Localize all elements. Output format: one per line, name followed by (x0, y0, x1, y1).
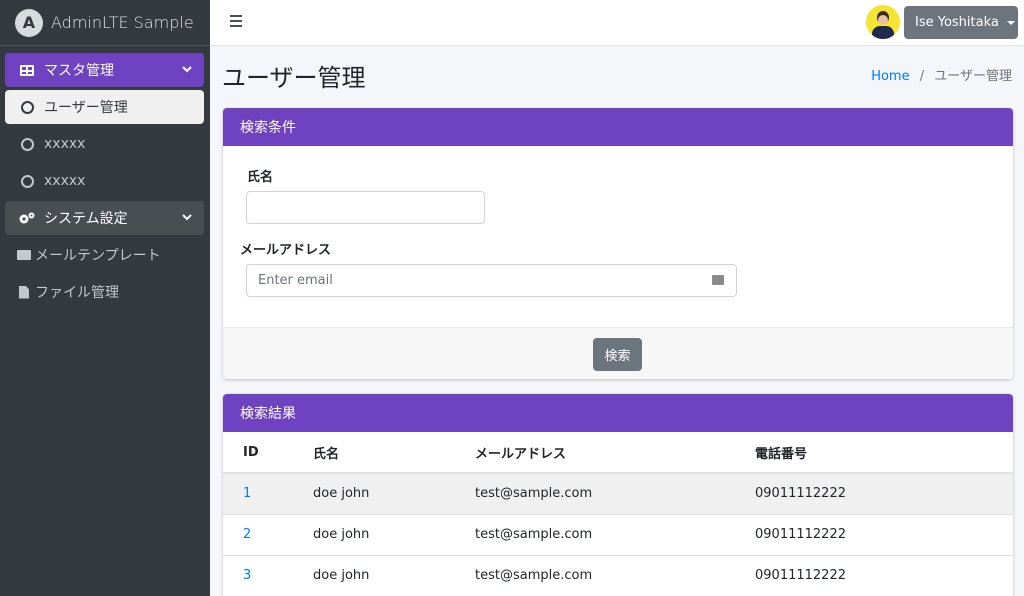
gears-icon (18, 211, 36, 225)
user-name: Ise Yoshitaka (915, 15, 999, 30)
results-card-header: 検索結果 (223, 394, 1013, 432)
brand-title: AdminLTE Sample (51, 13, 194, 32)
sidebar-item-xxxxx-2[interactable]: xxxxx (5, 164, 204, 198)
table-row: 1 doe john test@sample.com 09011112222 (223, 472, 1013, 514)
sidebar-item-label: xxxxx (44, 173, 86, 189)
cell-id: 2 (223, 513, 313, 555)
id-link[interactable]: 3 (243, 568, 251, 583)
circle-icon (18, 174, 36, 188)
avatar[interactable] (866, 5, 900, 39)
chevron-down-icon (182, 62, 192, 78)
search-card-footer: 検索 (223, 327, 1013, 379)
cell-email: test@sample.com (475, 513, 755, 555)
caret-down-icon (1006, 20, 1015, 25)
envelope-icon (17, 250, 31, 260)
brand-logo-icon: A (15, 8, 43, 37)
cell-email: test@sample.com (475, 472, 755, 514)
email-placeholder: Enter email (258, 273, 333, 288)
sidebar: A AdminLTE Sample マスタ管理 ユーザー管理 xxxxx xxx… (0, 0, 210, 596)
sidebar-item-label: ファイル管理 (35, 285, 119, 301)
results-card: 検索結果 ID 氏名 メールアドレス 電話番号 1 doe john test@… (223, 394, 1013, 596)
cell-phone: 09011112222 (755, 554, 1013, 596)
brand-link[interactable]: A AdminLTE Sample (0, 0, 210, 46)
id-link[interactable]: 1 (243, 486, 251, 501)
sidebar-item-master[interactable]: マスタ管理 (5, 53, 204, 87)
sidebar-item-label: xxxxx (44, 136, 86, 152)
cell-name: doe john (313, 554, 475, 596)
table-header-row: ID 氏名 メールアドレス 電話番号 (223, 432, 1013, 474)
sidebar-item-user-management[interactable]: ユーザー管理 (5, 90, 204, 124)
cell-name: doe john (313, 513, 475, 555)
sidebar-item-label: システム設定 (44, 211, 128, 227)
file-icon (17, 285, 31, 299)
name-label: 氏名 (247, 170, 274, 185)
column-header-phone: 電話番号 (755, 432, 1013, 474)
circle-icon (18, 100, 36, 114)
breadcrumb: Home / ユーザー管理 (871, 65, 1012, 84)
search-card: 検索条件 氏名 メールアドレス Enter email 検索 (223, 108, 1013, 379)
page-title: ユーザー管理 (222, 64, 366, 92)
sidebar-item-xxxxx-1[interactable]: xxxxx (5, 127, 204, 161)
chevron-down-icon (182, 210, 192, 226)
sidebar-item-label: メールテンプレート (35, 248, 161, 264)
sidebar-nav: マスタ管理 ユーザー管理 xxxxx xxxxx システム設定 メールテンプレー… (0, 46, 210, 309)
email-input[interactable]: Enter email (246, 264, 737, 297)
circle-icon (18, 137, 36, 151)
cell-phone: 09011112222 (755, 513, 1013, 555)
sidebar-item-mail-template[interactable]: メールテンプレート (5, 238, 204, 272)
cell-email: test@sample.com (475, 554, 755, 596)
cell-phone: 09011112222 (755, 472, 1013, 514)
breadcrumb-separator: / (919, 69, 925, 84)
table-row: 2 doe john test@sample.com 09011112222 (223, 513, 1013, 555)
breadcrumb-current: ユーザー管理 (934, 69, 1012, 84)
email-label: メールアドレス (240, 243, 332, 258)
sidebar-item-label: ユーザー管理 (44, 100, 128, 116)
cell-name: doe john (313, 472, 475, 514)
cell-id: 1 (223, 472, 313, 514)
sidebar-item-label: マスタ管理 (44, 63, 114, 79)
search-card-header: 検索条件 (223, 108, 1013, 146)
name-input[interactable] (246, 191, 485, 224)
results-table: ID 氏名 メールアドレス 電話番号 1 doe john test@sampl… (223, 432, 1013, 596)
sidebar-item-system-settings[interactable]: システム設定 (5, 201, 204, 235)
autofill-icon[interactable] (712, 275, 724, 285)
column-header-name: 氏名 (313, 432, 475, 474)
grid-icon (18, 64, 36, 76)
breadcrumb-home-link[interactable]: Home (871, 69, 909, 84)
user-menu-button[interactable]: Ise Yoshitaka (904, 6, 1018, 39)
cell-id: 3 (223, 554, 313, 596)
column-header-id: ID (223, 432, 313, 474)
column-header-email: メールアドレス (475, 432, 755, 474)
menu-toggle-icon[interactable] (230, 15, 242, 27)
top-navbar: Ise Yoshitaka (210, 0, 1024, 46)
id-link[interactable]: 2 (243, 527, 251, 542)
search-button[interactable]: 検索 (593, 338, 642, 371)
table-row: 3 doe john test@sample.com 09011112222 (223, 554, 1013, 596)
sidebar-item-file-management[interactable]: ファイル管理 (5, 275, 204, 309)
